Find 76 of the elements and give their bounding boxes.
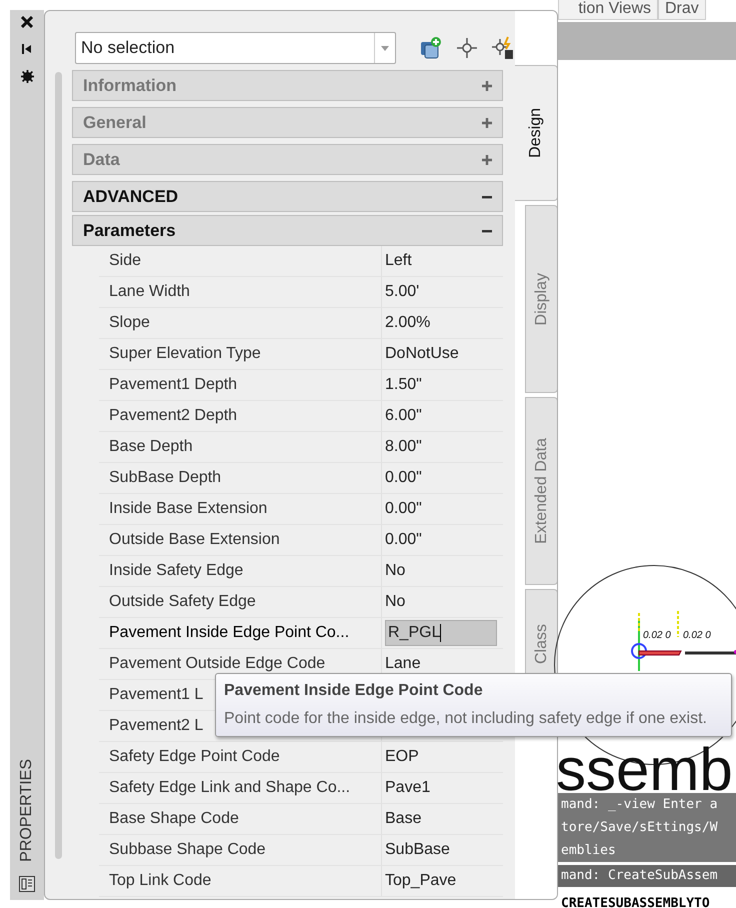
property-row[interactable]: Slope 2.00% xyxy=(99,308,503,339)
property-value: 6.00" xyxy=(385,407,422,425)
scrollbar[interactable] xyxy=(55,72,62,859)
property-name: Pavement1 Depth xyxy=(99,370,382,400)
property-name: Side xyxy=(99,246,382,276)
selection-dropdown[interactable]: No selection xyxy=(75,32,396,64)
property-name: SubBase Depth xyxy=(99,463,382,493)
property-value: 2.00% xyxy=(385,314,430,332)
add-selection-icon[interactable] xyxy=(419,36,444,60)
property-name: Outside Safety Edge xyxy=(99,587,382,617)
close-icon[interactable] xyxy=(21,16,33,28)
property-name: Safety Edge Link and Shape Co... xyxy=(99,773,382,803)
property-value: 8.00" xyxy=(385,438,422,456)
property-row[interactable]: SubBase Depth 0.00" xyxy=(99,463,503,494)
property-value: 0.00" xyxy=(385,469,422,487)
property-row[interactable]: Lane Width 5.00' xyxy=(99,277,503,308)
property-value: DoNotUse xyxy=(385,345,459,363)
category-header[interactable]: ADVANCED xyxy=(72,181,503,212)
crosshair-icon[interactable] xyxy=(456,37,478,59)
expand-icon xyxy=(482,154,492,164)
dimension-label: 0.02 0 xyxy=(683,630,711,641)
property-name: Safety Edge Point Code xyxy=(99,742,382,772)
property-value: EOP xyxy=(385,748,419,766)
property-name: Inside Safety Edge xyxy=(99,556,382,586)
property-row[interactable]: Base Shape Code Base xyxy=(99,804,503,835)
command-line: CREATESUBASSEMBLYTO xyxy=(560,895,711,908)
expand-icon xyxy=(482,80,492,90)
property-row[interactable]: Super Elevation Type DoNotUse xyxy=(99,339,503,370)
property-row[interactable]: Pavement Inside Edge Point Co... R_PGL xyxy=(99,618,503,649)
settings-icon[interactable] xyxy=(20,70,34,83)
property-row[interactable]: Side Left xyxy=(99,246,503,277)
property-name: Pavement Inside Edge Point Co... xyxy=(99,618,382,648)
property-value: Top_Pave xyxy=(385,872,456,890)
property-name: Outside Base Extension xyxy=(99,525,382,555)
property-row[interactable]: Inside Base Extension 0.00" xyxy=(99,494,503,525)
dimension-label: 0.02 0 xyxy=(643,630,671,641)
expand-icon xyxy=(482,118,492,128)
property-row[interactable]: Outside Safety Edge No xyxy=(99,587,503,618)
property-name: Subbase Shape Code xyxy=(99,835,382,865)
properties-icon[interactable] xyxy=(19,876,35,892)
property-value: Pave1 xyxy=(385,779,430,797)
property-value: 0.00" xyxy=(385,500,422,518)
property-name: Super Elevation Type xyxy=(99,339,382,369)
property-value: Base xyxy=(385,810,422,828)
caret-icon xyxy=(381,46,390,50)
property-name: Pavement2 Depth xyxy=(99,401,382,431)
property-value: Lane xyxy=(385,655,421,673)
property-value: SubBase xyxy=(385,841,450,859)
property-row[interactable]: Subbase Shape Code SubBase xyxy=(99,835,503,866)
property-row[interactable]: Safety Edge Link and Shape Co... Pave1 xyxy=(99,773,503,804)
property-row[interactable]: Pavement1 Depth 1.50" xyxy=(99,370,503,401)
panel-title: PROPERTIES xyxy=(18,759,36,862)
property-row[interactable]: Pavement2 Depth 6.00" xyxy=(99,401,503,432)
drawing-tab[interactable]: tion Views xyxy=(558,0,658,20)
property-value: 0.00" xyxy=(385,531,422,549)
value-input-field[interactable]: R_PGL xyxy=(385,620,497,646)
property-value: 1.50" xyxy=(385,376,422,394)
property-row[interactable]: Safety Edge Point Code EOP xyxy=(99,742,503,773)
side-tab[interactable]: Design xyxy=(515,65,557,201)
quick-select-icon[interactable] xyxy=(491,36,515,60)
property-name: Slope xyxy=(99,308,382,338)
property-row[interactable]: Outside Base Extension 0.00" xyxy=(99,525,503,556)
property-value: No xyxy=(385,593,406,611)
property-row[interactable]: Base Depth 8.00" xyxy=(99,432,503,463)
drawing-tab[interactable]: Drav xyxy=(658,0,706,20)
property-name: Base Depth xyxy=(99,432,382,462)
property-name: Inside Base Extension xyxy=(99,494,382,524)
property-value: No xyxy=(385,562,406,580)
property-row[interactable]: Top Link Code Top_Pave xyxy=(99,866,503,897)
group-header[interactable]: Parameters xyxy=(72,215,503,246)
property-name: Top Link Code xyxy=(99,866,382,896)
property-name: Lane Width xyxy=(99,277,382,307)
property-name: Base Shape Code xyxy=(99,804,382,834)
property-value: 5.00' xyxy=(385,283,420,301)
property-row[interactable]: Inside Safety Edge No xyxy=(99,556,503,587)
property-value: Left xyxy=(385,252,412,270)
